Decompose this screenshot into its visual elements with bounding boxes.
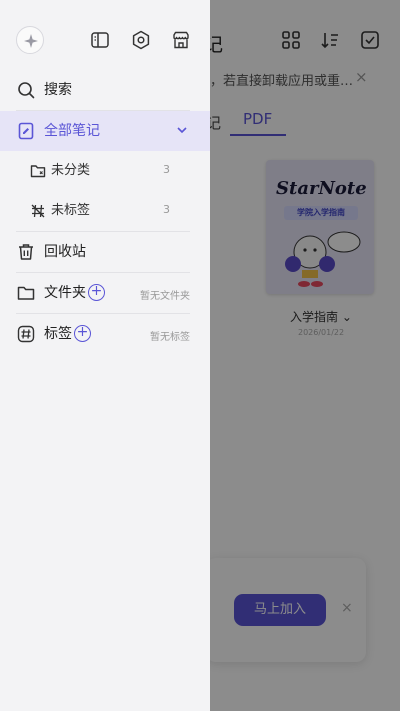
tag-off-icon [31, 204, 45, 218]
sidebar-toggle-icon[interactable] [90, 30, 110, 50]
sidebar-item-all-notes[interactable]: 全部笔记 [0, 111, 210, 151]
sidebar-item-folders[interactable]: 文件夹 + 暂无文件夹 [0, 273, 210, 313]
sidebar-item-untagged[interactable]: 未标签 3 [0, 191, 210, 231]
tags-empty-hint: 暂无标签 [150, 332, 190, 343]
sidebar-item-tags[interactable]: 标签 + 暂无标签 [0, 314, 210, 354]
search-row[interactable]: 搜索 [0, 70, 210, 110]
store-icon[interactable] [171, 30, 191, 50]
folders-empty-hint: 暂无文件夹 [140, 291, 190, 302]
add-tag-button[interactable]: + [74, 325, 91, 342]
tags-label: 标签 [44, 326, 72, 342]
add-folder-button[interactable]: + [88, 284, 105, 301]
untagged-label: 未标签 [51, 203, 91, 218]
all-notes-label: 全部笔记 [44, 123, 100, 139]
chevron-down-icon[interactable] [176, 124, 188, 136]
note-icon [18, 122, 34, 140]
hash-icon [17, 325, 35, 343]
uncategorized-count: 3 [163, 163, 170, 176]
drawer-toolbar [0, 26, 210, 56]
sparkle-icon[interactable] [16, 26, 44, 54]
navigation-drawer: 搜索 全部笔记 未分类 3 未标签 3 回收站 文件夹 + 暂无文件夹 标签 +… [0, 0, 210, 711]
uncategorized-label: 未分类 [51, 163, 91, 178]
folder-icon [30, 165, 46, 178]
untagged-count: 3 [163, 203, 170, 216]
search-icon [18, 82, 35, 99]
folder-icon [17, 286, 35, 300]
search-label: 搜索 [44, 82, 72, 98]
trash-label: 回收站 [44, 244, 86, 260]
settings-icon[interactable] [131, 30, 151, 50]
sidebar-item-trash[interactable]: 回收站 [0, 232, 210, 272]
folders-label: 文件夹 [44, 285, 86, 301]
sidebar-item-uncategorized[interactable]: 未分类 3 [0, 151, 210, 191]
trash-icon [19, 244, 33, 260]
